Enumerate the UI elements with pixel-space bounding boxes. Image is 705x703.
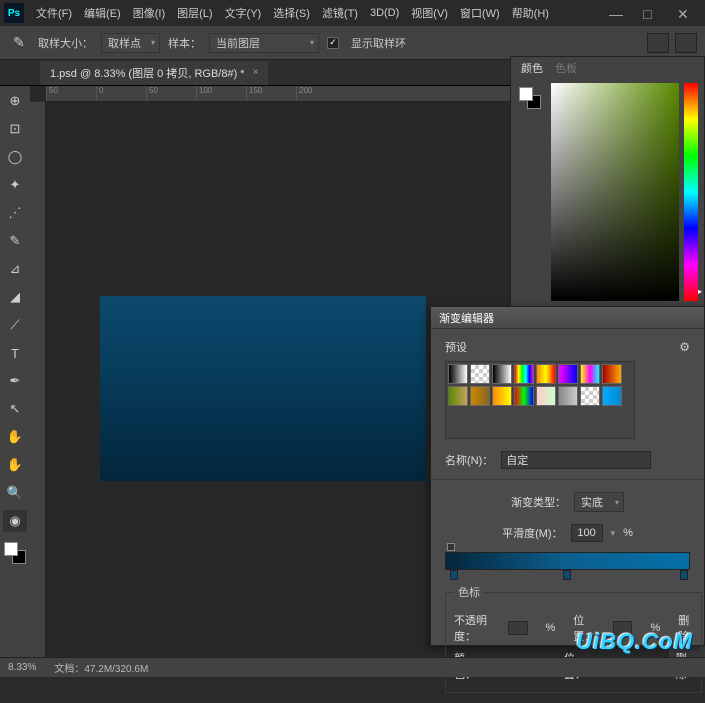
gradient-bar[interactable] [445, 552, 690, 570]
watermark: UiBQ.CoM [576, 629, 693, 655]
color-stop-3[interactable] [680, 570, 688, 580]
type-dropdown[interactable]: 实底 [574, 492, 624, 512]
preset-swatch-6[interactable] [580, 364, 600, 384]
tool-lasso[interactable]: ◯ [3, 146, 27, 168]
ring-checkbox[interactable]: ✓ [327, 37, 339, 49]
optbar-btn-1[interactable] [647, 33, 669, 53]
sample-layer-dropdown[interactable]: 当前图层 [209, 33, 319, 53]
menu-type[interactable]: 文字(Y) [219, 1, 268, 25]
name-input[interactable] [501, 451, 651, 469]
menu-filter[interactable]: 滤镜(T) [316, 1, 364, 25]
opacity-stop[interactable] [447, 543, 455, 551]
options-bar: ✎ 取样大小： 取样点 样本： 当前图层 ✓ 显示取样环 [0, 26, 705, 60]
smooth-input[interactable] [571, 524, 603, 542]
tool-gradient[interactable]: ◢ [3, 286, 27, 308]
document-tab[interactable]: 1.psd @ 8.33% (图层 0 拷贝, RGB/8#) * × [40, 61, 268, 85]
color-stop-2[interactable] [563, 570, 571, 580]
smooth-label: 平滑度(M)： [502, 525, 563, 541]
menu-select[interactable]: 选择(S) [267, 1, 316, 25]
tool-crop[interactable]: ⋰ [3, 202, 27, 224]
close-button[interactable]: ✕ [677, 6, 691, 20]
menu-bar: Ps 文件(F) 编辑(E) 图像(I) 图层(L) 文字(Y) 选择(S) 滤… [0, 0, 705, 26]
optbar-btn-2[interactable] [675, 33, 697, 53]
tool-path[interactable]: ✒ [3, 370, 27, 392]
document-canvas[interactable] [100, 296, 426, 481]
color-panel: 颜色 色板 ▸ [510, 56, 705, 312]
preset-swatch-14[interactable] [580, 386, 600, 406]
stops-label: 色标 [454, 584, 484, 600]
hue-marker: ▸ [698, 287, 702, 296]
opacity-input[interactable] [508, 621, 527, 635]
tool-wand[interactable]: ✦ [3, 174, 27, 196]
tool-stamp[interactable]: ⊿ [3, 258, 27, 280]
menu-3d[interactable]: 3D(D) [364, 3, 405, 23]
preset-swatch-3[interactable] [514, 364, 534, 384]
tool-type[interactable]: T [3, 342, 27, 364]
hue-slider[interactable] [684, 83, 698, 301]
tool-rotate[interactable]: ✋ [3, 454, 27, 476]
tool-brush[interactable]: ✎ [3, 230, 27, 252]
status-bar: 8.33% 文档：47.2M/320.6M [0, 657, 705, 677]
close-icon[interactable]: × [253, 67, 259, 78]
name-label: 名称(N)： [445, 452, 493, 468]
presets-label: 预设 [445, 339, 467, 355]
tool-move[interactable]: ⊕ [3, 90, 27, 112]
preset-swatch-0[interactable] [448, 364, 468, 384]
tool-zoom[interactable]: 🔍 [3, 482, 27, 504]
minimize-button[interactable]: — [609, 6, 623, 20]
gear-icon[interactable]: ⚙ [679, 340, 690, 354]
menu-image[interactable]: 图像(I) [127, 1, 171, 25]
ruler-vertical [30, 102, 46, 657]
menu-file[interactable]: 文件(F) [30, 1, 78, 25]
preset-swatch-9[interactable] [470, 386, 490, 406]
ring-label: 显示取样环 [351, 35, 406, 51]
tab-swatches[interactable]: 色板 [555, 60, 577, 76]
document-tab-label: 1.psd @ 8.33% (图层 0 拷贝, RGB/8#) * [50, 65, 245, 81]
menu-edit[interactable]: 编辑(E) [78, 1, 127, 25]
preset-swatch-13[interactable] [558, 386, 578, 406]
preset-swatch-12[interactable] [536, 386, 556, 406]
pct-label: % [623, 527, 633, 539]
tool-marquee[interactable]: ⊡ [3, 118, 27, 140]
preset-swatch-4[interactable] [536, 364, 556, 384]
preset-swatch-11[interactable] [514, 386, 534, 406]
preset-swatch-7[interactable] [602, 364, 622, 384]
sample-label: 样本： [168, 35, 201, 51]
color-spectrum[interactable] [551, 83, 679, 301]
sample-size-dropdown[interactable]: 取样点 [101, 33, 160, 53]
dialog-title[interactable]: 渐变编辑器 [431, 307, 704, 329]
opacity-label: 不透明度： [454, 612, 490, 644]
panel-swatch[interactable] [519, 87, 541, 109]
preset-swatch-10[interactable] [492, 386, 512, 406]
zoom-level[interactable]: 8.33% [8, 662, 36, 673]
foreground-color[interactable] [4, 542, 18, 556]
gradient-track[interactable] [445, 552, 690, 570]
window-buttons: — □ ✕ [609, 6, 701, 20]
maximize-button[interactable]: □ [643, 6, 657, 20]
tab-color[interactable]: 颜色 [521, 60, 543, 76]
preset-swatch-5[interactable] [558, 364, 578, 384]
menu-view[interactable]: 视图(V) [405, 1, 454, 25]
tool-direct[interactable]: ↖ [3, 398, 27, 420]
tool-eyedropper[interactable]: ◉ [3, 510, 27, 532]
preset-grid [445, 361, 635, 439]
ps-logo: Ps [4, 3, 24, 23]
tool-pen[interactable]: ⟋ [3, 314, 27, 336]
tools-panel: ⊕ ⊡ ◯ ✦ ⋰ ✎ ⊿ ◢ ⟋ T ✒ ↖ ✋ ✋ 🔍 ◉ [0, 86, 30, 657]
menu-window[interactable]: 窗口(W) [454, 1, 506, 25]
type-label: 渐变类型： [511, 494, 566, 510]
menu-help[interactable]: 帮助(H) [506, 1, 555, 25]
eyedropper-icon: ✎ [8, 32, 30, 54]
preset-swatch-15[interactable] [602, 386, 622, 406]
color-stop-1[interactable] [450, 570, 458, 580]
preset-swatch-8[interactable] [448, 386, 468, 406]
preset-swatch-2[interactable] [492, 364, 512, 384]
gradient-editor-dialog: 渐变编辑器 预设 ⚙ 名称(N)： 渐变类型： 实底 平滑度(M)： ▾ % [430, 306, 705, 646]
preset-swatch-1[interactable] [470, 364, 490, 384]
menu-layer[interactable]: 图层(L) [171, 1, 218, 25]
color-swatch[interactable] [4, 542, 26, 564]
doc-info: 文档：47.2M/320.6M [54, 660, 148, 675]
sample-size-label: 取样大小： [38, 35, 93, 51]
tool-hand[interactable]: ✋ [3, 426, 27, 448]
